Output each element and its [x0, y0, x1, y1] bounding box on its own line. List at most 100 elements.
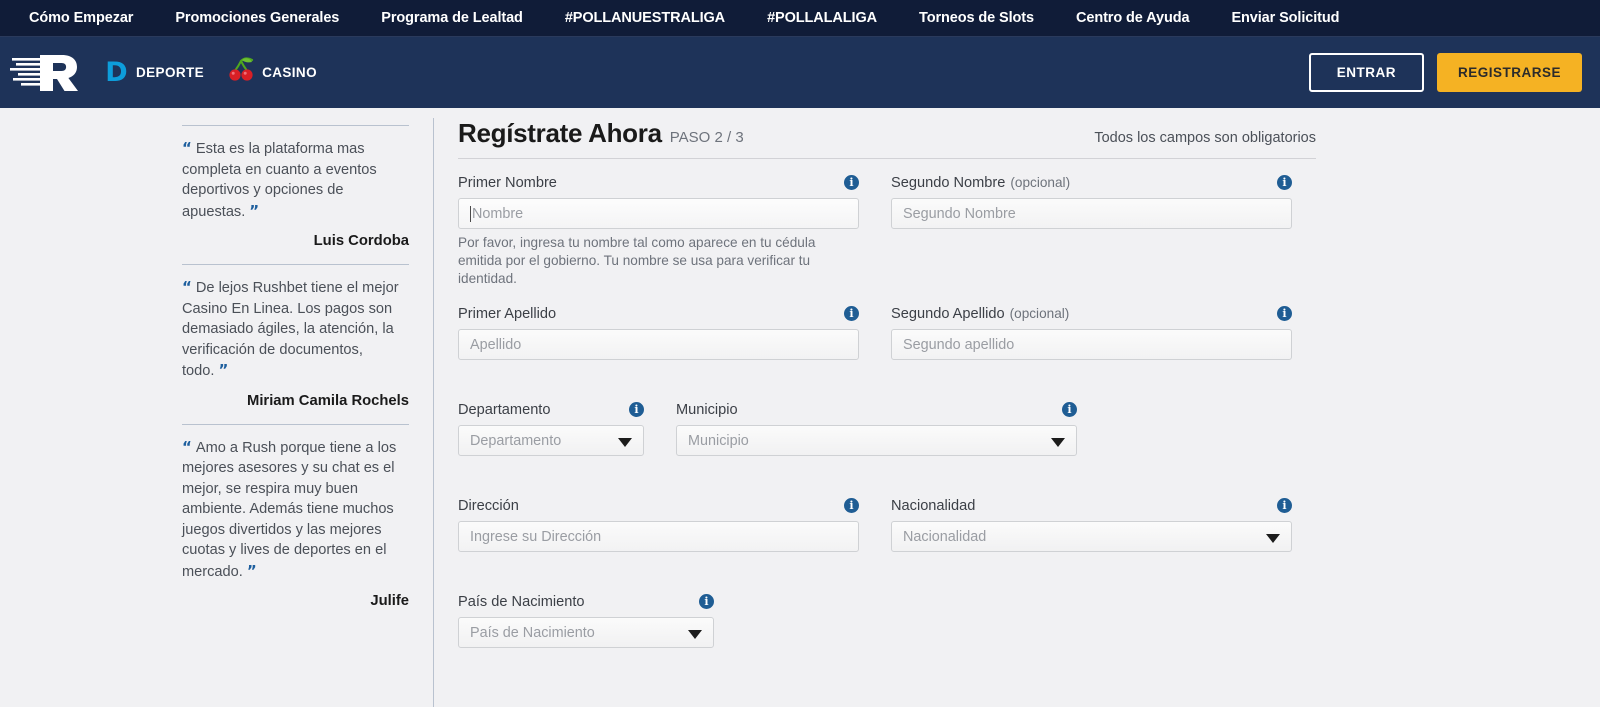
deporte-badge-icon: D: [105, 57, 128, 88]
testimonial-item: “Esta es la plataforma mas completa en c…: [182, 118, 409, 249]
form-row-apellidos: Primer Apellido i Apellido Segundo Apell…: [458, 304, 1560, 360]
input-placeholder: Segundo apellido: [903, 336, 1015, 353]
nav-item-como-empezar[interactable]: Cómo Empezar: [8, 0, 154, 37]
nav-deporte-label: DEPORTE: [136, 65, 205, 80]
info-icon[interactable]: i: [1277, 175, 1292, 190]
field-direccion: Dirección i Ingrese su Dirección: [458, 496, 859, 552]
field-label-row: Nacionalidad i: [891, 496, 1292, 515]
form-header: Regístrate Ahora PASO 2 / 3 Todos los ca…: [458, 118, 1316, 159]
info-icon[interactable]: i: [699, 594, 714, 609]
pais-nacimiento-select[interactable]: País de Nacimiento: [458, 617, 714, 648]
testimonial-author: Miriam Camila Rochels: [247, 392, 409, 409]
nav-item-promociones-generales[interactable]: Promociones Generales: [154, 0, 360, 37]
field-label-row: Departamento i: [458, 400, 644, 419]
cherry-icon: [228, 57, 255, 88]
field-optional-tag: (opcional): [1009, 306, 1070, 321]
field-label-row: Segundo Apellido (opcional) i: [891, 304, 1292, 323]
nav-casino[interactable]: CASINO: [228, 57, 317, 88]
nav-casino-label: CASINO: [262, 65, 317, 80]
text-caret: [470, 205, 471, 222]
form-row-pais: País de Nacimiento i País de Nacimiento: [458, 592, 1560, 648]
direccion-input[interactable]: Ingrese su Dirección: [458, 521, 859, 552]
field-municipio: Municipio i Municipio: [676, 400, 1077, 456]
field-label-row: Municipio i: [676, 400, 1077, 419]
input-placeholder: Segundo Nombre: [903, 205, 1016, 222]
chevron-down-icon: [1051, 437, 1065, 447]
nav-item-pollanuestraliga[interactable]: #POLLANUESTRALIGA: [544, 0, 746, 37]
select-placeholder: Municipio: [688, 432, 749, 449]
field-label-row: País de Nacimiento i: [458, 592, 714, 611]
primer-nombre-helper: Por favor, ingresa tu nombre tal como ap…: [458, 235, 816, 286]
primer-nombre-input[interactable]: Nombre: [458, 198, 859, 229]
quote-close-icon: ”: [246, 561, 257, 580]
input-placeholder: Ingrese su Dirección: [470, 528, 602, 545]
field-departamento: Departamento i Departamento: [458, 400, 644, 456]
row-spacer: [458, 456, 1560, 496]
nav-item-programa-de-lealtad[interactable]: Programa de Lealtad: [360, 0, 544, 37]
quote-open-icon: “: [182, 139, 192, 157]
rushbet-logo[interactable]: [10, 49, 88, 97]
chevron-down-icon: [1266, 533, 1280, 543]
quote-open-icon: “: [182, 437, 192, 456]
divider: [182, 125, 409, 126]
field-label: Segundo Nombre: [891, 174, 1006, 191]
form-row-direccion: Dirección i Ingrese su Dirección Naciona…: [458, 496, 1560, 552]
segundo-nombre-input[interactable]: Segundo Nombre: [891, 198, 1292, 229]
select-placeholder: Departamento: [470, 432, 562, 449]
nav-deporte[interactable]: D DEPORTE: [104, 57, 205, 88]
info-icon[interactable]: i: [844, 175, 859, 190]
form-fields: Primer Nombre i Nombre Por favor, ingres…: [458, 159, 1560, 648]
field-segundo-nombre: Segundo Nombre (opcional) i Segundo Nomb…: [891, 173, 1292, 288]
row-spacer: [458, 552, 1560, 592]
field-optional-tag: (opcional): [1010, 175, 1071, 190]
field-segundo-apellido: Segundo Apellido (opcional) i Segundo ap…: [891, 304, 1292, 360]
info-icon[interactable]: i: [844, 306, 859, 321]
step-indicator: PASO 2 / 3: [669, 129, 744, 146]
field-label: Departamento: [458, 401, 551, 418]
field-label-row: Segundo Nombre (opcional) i: [891, 173, 1292, 192]
registration-form: Regístrate Ahora PASO 2 / 3 Todos los ca…: [434, 118, 1600, 707]
row-spacer: [458, 360, 1560, 400]
nav-item-enviar-solicitud[interactable]: Enviar Solicitud: [1210, 0, 1360, 37]
testimonial-item: “De lejos Rushbet tiene el mejor Casino …: [182, 257, 409, 409]
input-placeholder: Apellido: [470, 336, 522, 353]
municipio-select[interactable]: Municipio: [676, 425, 1077, 456]
field-label-row: Dirección i: [458, 496, 859, 515]
segundo-apellido-input[interactable]: Segundo apellido: [891, 329, 1292, 360]
divider: [182, 423, 409, 425]
nacionalidad-select[interactable]: Nacionalidad: [891, 521, 1292, 552]
top-utility-nav: Cómo Empezar Promociones Generales Progr…: [0, 0, 1600, 37]
select-placeholder: Nacionalidad: [903, 528, 987, 545]
quote-close-icon: ”: [218, 361, 229, 379]
field-nacionalidad: Nacionalidad i Nacionalidad: [891, 496, 1292, 552]
departamento-select[interactable]: Departamento: [458, 425, 644, 456]
nav-item-centro-de-ayuda[interactable]: Centro de Ayuda: [1055, 0, 1210, 37]
nav-item-pollalaliga[interactable]: #POLLALALIGA: [746, 0, 898, 37]
testimonial-item: “Amo a Rush porque tiene a los mejores a…: [182, 417, 409, 609]
primer-apellido-input[interactable]: Apellido: [458, 329, 859, 360]
register-button[interactable]: REGISTRARSE: [1436, 53, 1582, 92]
field-label: Segundo Apellido: [891, 305, 1005, 322]
info-icon[interactable]: i: [844, 498, 859, 513]
field-label: Municipio: [676, 401, 738, 418]
info-icon[interactable]: i: [1277, 498, 1292, 513]
testimonial-text-wrap: “Esta es la plataforma mas completa en c…: [182, 138, 409, 222]
testimonial-text: Amo a Rush porque tiene a los mejores as…: [182, 439, 397, 580]
page-body: “Esta es la plataforma mas completa en c…: [0, 108, 1600, 707]
auth-buttons: ENTRAR REGISTRARSE: [1308, 53, 1582, 92]
field-label: País de Nacimiento: [458, 593, 585, 610]
info-icon[interactable]: i: [1277, 306, 1292, 321]
field-label-row: Primer Nombre i: [458, 173, 859, 192]
field-primer-nombre: Primer Nombre i Nombre Por favor, ingres…: [458, 173, 859, 288]
login-button[interactable]: ENTRAR: [1308, 53, 1424, 92]
nav-item-torneos-de-slots[interactable]: Torneos de Slots: [898, 0, 1055, 37]
input-placeholder: Nombre: [472, 205, 524, 222]
field-primer-apellido: Primer Apellido i Apellido: [458, 304, 859, 360]
rushbet-logo-icon: [10, 54, 78, 91]
field-label: Primer Nombre: [458, 174, 557, 191]
testimonial-text-wrap: “De lejos Rushbet tiene el mejor Casino …: [182, 277, 409, 382]
quote-close-icon: ”: [249, 201, 260, 220]
info-icon[interactable]: i: [1062, 402, 1077, 417]
field-label: Nacionalidad: [891, 497, 976, 514]
info-icon[interactable]: i: [629, 402, 644, 417]
